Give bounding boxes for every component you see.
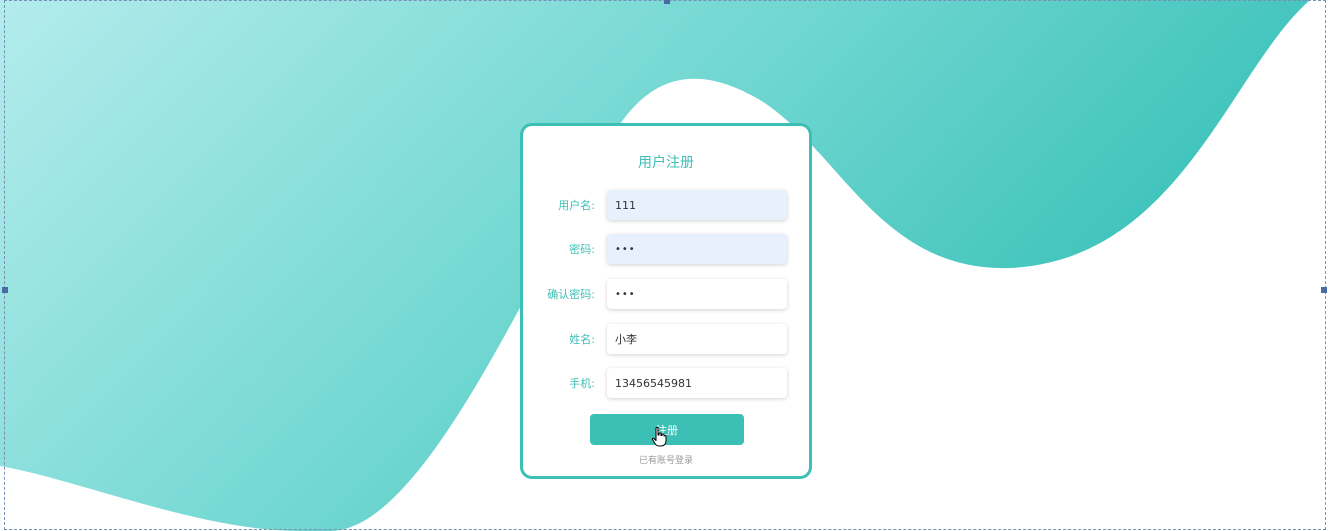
phone-label: 手机: — [569, 377, 595, 390]
phone-input[interactable] — [607, 368, 787, 398]
username-row: 用户名: — [523, 190, 809, 222]
register-button[interactable]: 注册 — [590, 414, 744, 445]
username-input[interactable] — [607, 190, 787, 220]
form-title: 用户注册 — [638, 155, 694, 171]
register-page: 用户注册 用户名: 密码: 确认密码: 姓名: 手机: 注册 已有账号登录 — [0, 0, 1331, 531]
password-label: 密码: — [569, 243, 595, 256]
password-row: 密码: — [523, 234, 809, 266]
confirm-password-input[interactable] — [607, 279, 787, 309]
username-label: 用户名: — [558, 199, 595, 212]
login-link[interactable]: 已有账号登录 — [523, 453, 809, 466]
confirm-password-label: 确认密码: — [547, 288, 595, 301]
phone-row: 手机: — [523, 368, 809, 400]
password-input[interactable] — [607, 234, 787, 264]
name-label: 姓名: — [569, 333, 595, 346]
register-card: 用户注册 用户名: 密码: 确认密码: 姓名: 手机: 注册 已有账号登录 — [520, 123, 812, 479]
name-input[interactable] — [607, 324, 787, 354]
confirm-password-row: 确认密码: — [523, 279, 809, 311]
name-row: 姓名: — [523, 324, 809, 356]
